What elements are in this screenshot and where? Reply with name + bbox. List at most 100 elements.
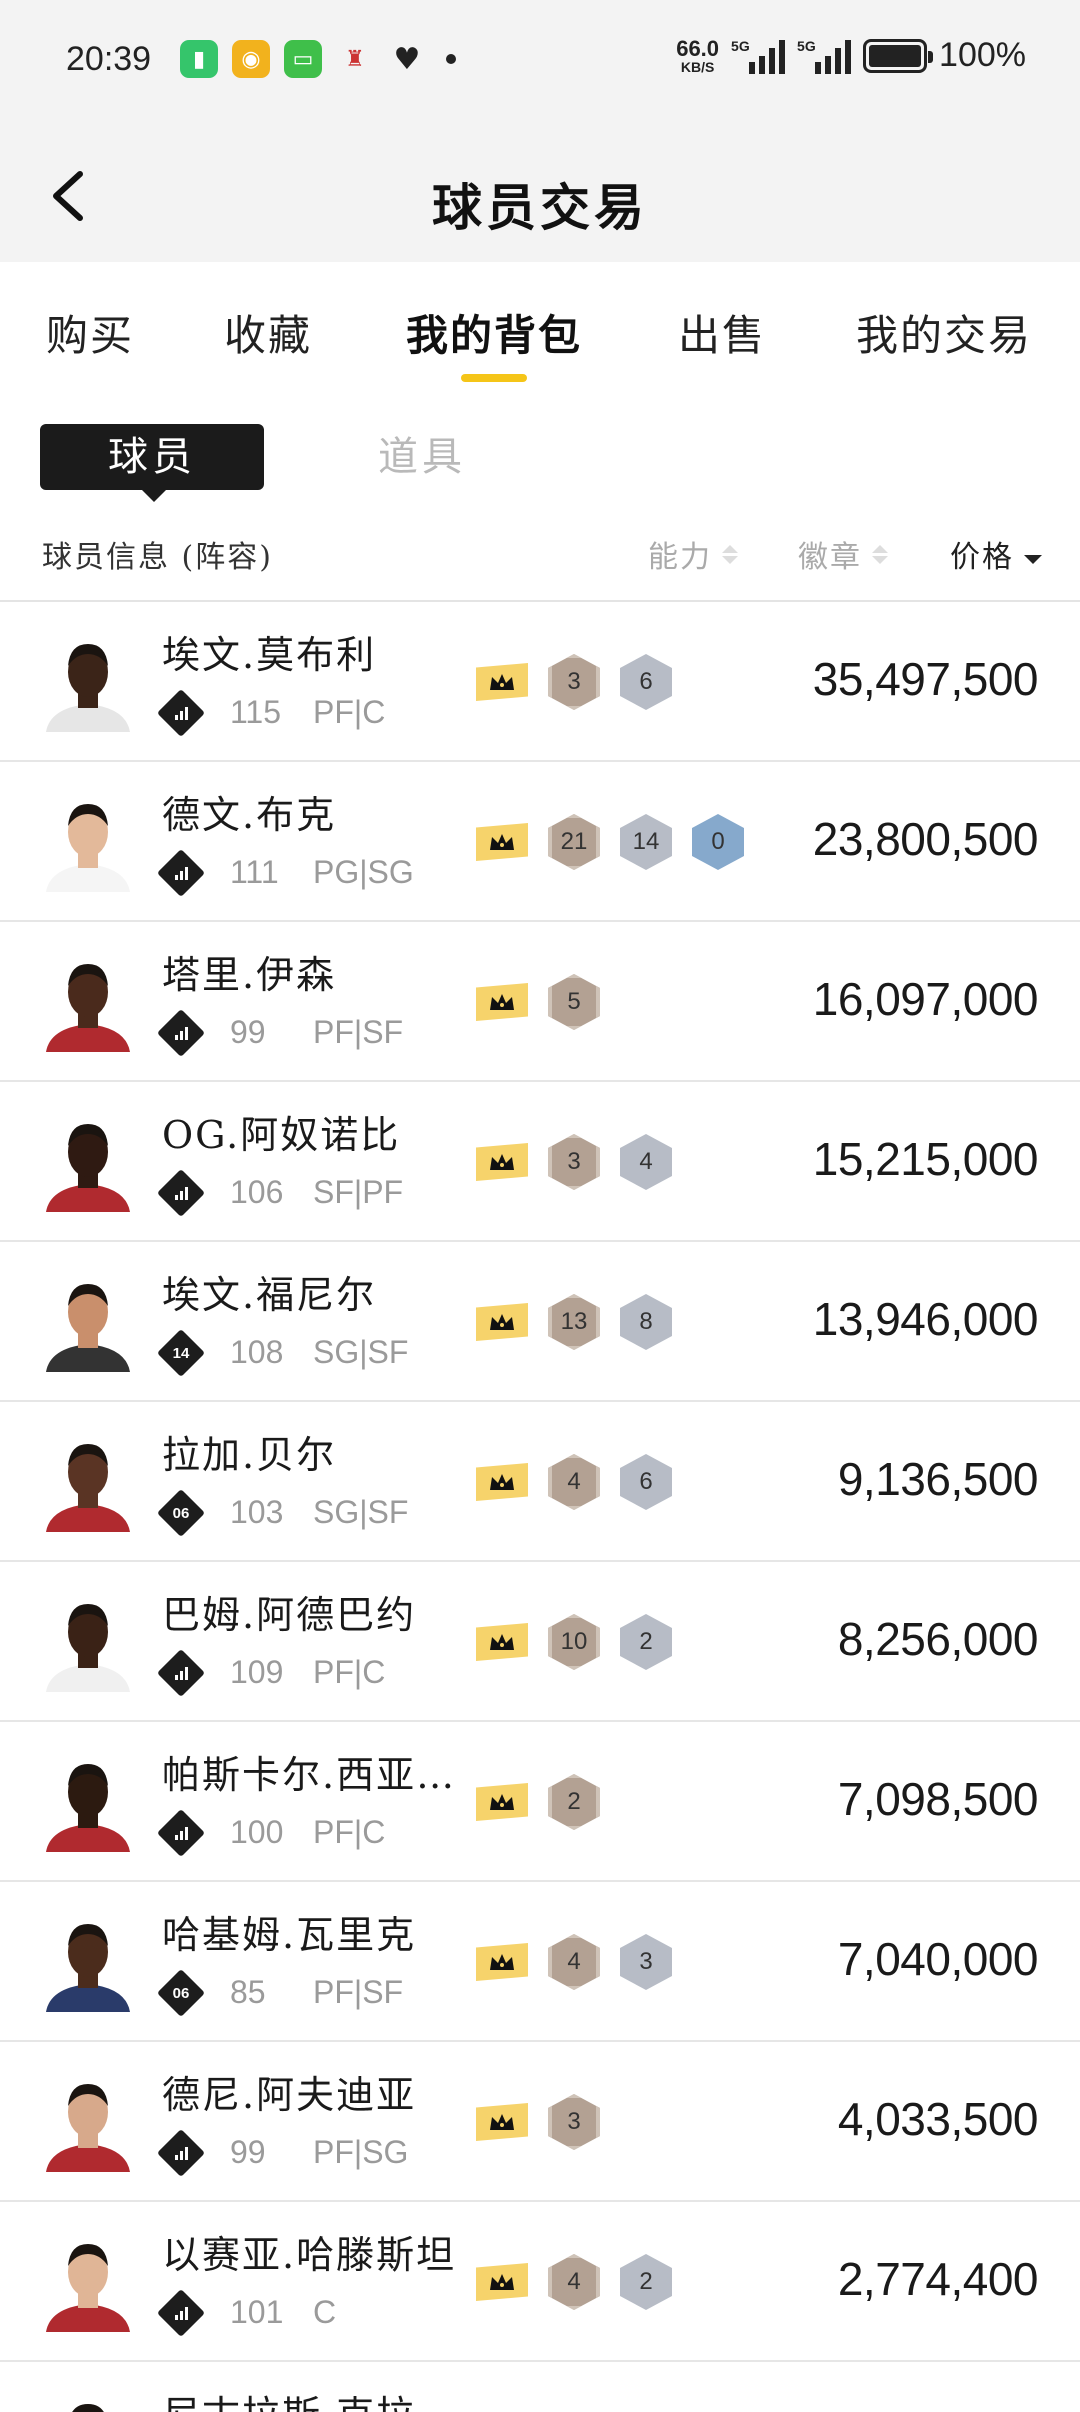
badge-count-silver: 2	[620, 2254, 672, 2310]
player-avatar	[40, 1112, 136, 1212]
app-icon: ♜	[336, 40, 374, 78]
battery-percent: 100%	[939, 36, 1026, 74]
player-row[interactable]: 塔里.伊森 99 PF|SF 5 16,097,000	[0, 922, 1080, 1082]
badge-group: 10 2	[476, 1614, 672, 1670]
main-tab-bar: 购买 收藏 我的背包 出售 我的交易	[0, 262, 1080, 392]
player-avatar	[40, 792, 136, 892]
level-bars-icon	[164, 1016, 198, 1050]
badge-count-bronze: 21	[548, 814, 600, 870]
player-position: PF|C	[313, 1654, 386, 1690]
player-row[interactable]: OG.阿奴诺比 106 SF|PF 3 4 15,215,000	[0, 1082, 1080, 1242]
player-avatar	[40, 1752, 136, 1852]
player-name: 尼古拉斯.克拉…	[162, 2384, 456, 2412]
badge-count-bronze: 13	[548, 1294, 600, 1350]
level-bars-icon	[164, 1176, 198, 1210]
player-position: SG|SF	[313, 1494, 409, 1530]
badge-count-hof: 0	[692, 814, 744, 870]
badge-count-bronze: 5	[548, 974, 600, 1030]
player-row[interactable]: 拉加.贝尔 06 103 SG|SF 4 6 9,136,500	[0, 1402, 1080, 1562]
player-price: 8,256,000	[837, 1613, 1039, 1665]
tab-favorites[interactable]: 收藏	[224, 302, 312, 363]
badge-count-bronze: 4	[548, 1934, 600, 1990]
player-row[interactable]: 尼古拉斯.克拉…	[0, 2362, 1080, 2412]
player-row[interactable]: 德文.布克 111 PG|SG 21 14 0 23,800,500	[0, 762, 1080, 922]
level-bars-icon	[164, 2296, 198, 2330]
player-name: 拉加.贝尔	[162, 1433, 337, 1477]
network-speed: 66.0 KB/S	[676, 35, 720, 74]
net-speed-value: 66.0	[676, 35, 720, 61]
player-row[interactable]: 帕斯卡尔.西亚… 100 PF|C 2 7,098,500	[0, 1722, 1080, 1882]
crown-icon	[476, 823, 528, 861]
player-rating: 106	[230, 1174, 284, 1210]
crown-icon	[476, 2103, 528, 2141]
player-position: C	[313, 2294, 337, 2330]
player-price: 13,946,000	[812, 1293, 1039, 1345]
sort-desc-icon	[1024, 544, 1042, 564]
badge-count-silver: 3	[620, 1934, 672, 1990]
tab-buy[interactable]: 购买	[46, 302, 134, 363]
badge-count-silver: 2	[620, 1614, 672, 1670]
player-avatar	[40, 2232, 136, 2332]
player-price: 9,136,500	[837, 1453, 1039, 1505]
tab-sell[interactable]: 出售	[678, 302, 766, 363]
player-price: 2,774,400	[837, 2253, 1039, 2305]
tab-my-backpack[interactable]: 我的背包	[406, 302, 582, 363]
crown-icon	[476, 663, 528, 701]
player-row[interactable]: 埃文.莫布利 115 PF|C 3 6 35,497,500	[0, 602, 1080, 762]
sort-arrows-icon	[722, 544, 738, 564]
player-name: OG.阿奴诺比	[162, 1113, 401, 1157]
badge-count-bronze: 3	[548, 1134, 600, 1190]
player-name: 德尼.阿夫迪亚	[162, 2073, 417, 2117]
level-number-icon: 06	[172, 1504, 190, 1522]
sort-ability[interactable]: 能力	[648, 532, 738, 576]
player-rating: 103	[230, 1494, 284, 1530]
player-avatar	[40, 2072, 136, 2172]
player-row[interactable]: 德尼.阿夫迪亚 99 PF|SG 3 4,033,500	[0, 2042, 1080, 2202]
player-row[interactable]: 埃文.福尼尔 14 108 SG|SF 13 8 13,946,000	[0, 1242, 1080, 1402]
subtab-players[interactable]: 球员	[40, 424, 264, 502]
player-rating: 99	[230, 1014, 266, 1050]
sort-ability-label: 能力	[648, 540, 712, 575]
badge-count-silver: 6	[620, 1454, 672, 1510]
active-tab-indicator	[461, 374, 527, 382]
player-price: 7,040,000	[837, 1933, 1039, 1985]
crown-icon	[476, 1143, 528, 1181]
player-position: PF|C	[313, 1814, 386, 1850]
badge-group: 36	[476, 654, 672, 710]
badge-count-bronze: 10	[548, 1614, 600, 1670]
subtab-items[interactable]: 道具	[378, 424, 466, 490]
player-name: 哈基姆.瓦里克	[162, 1913, 417, 1957]
badge-count-silver: 8	[620, 1294, 672, 1350]
signal-tag: 5G	[731, 37, 750, 54]
app-header: 球员交易	[0, 126, 1080, 262]
heart-icon: ♥	[388, 40, 426, 78]
sort-arrows-icon	[872, 544, 888, 564]
badge-group: 43	[476, 1934, 672, 1990]
tab-my-trades[interactable]: 我的交易	[856, 302, 1032, 363]
player-position: PF|SF	[313, 1014, 404, 1050]
player-rating: 99	[230, 2134, 266, 2170]
player-price: 23,800,500	[812, 813, 1039, 865]
sort-price-label: 价格	[950, 540, 1014, 575]
level-bars-icon	[164, 2136, 198, 2170]
badge-count-silver: 4	[620, 1134, 672, 1190]
weibo-icon: ◉	[232, 40, 270, 78]
sort-badges[interactable]: 徽章	[798, 532, 888, 576]
player-price: 4,033,500	[837, 2093, 1039, 2145]
list-column-header: 球员信息 (阵容) 能力 徽章 价格	[0, 510, 1080, 602]
crown-icon	[476, 1463, 528, 1501]
signal-icon: 5G	[797, 38, 852, 74]
player-row[interactable]: 以赛亚.哈滕斯坦 101 C 4 2 2,774,400	[0, 2202, 1080, 2362]
player-position: PF|C	[313, 694, 386, 730]
player-row[interactable]: 哈基姆.瓦里克 06 85 PF|SF 4 3 7,040,000	[0, 1882, 1080, 2042]
player-row[interactable]: 巴姆.阿德巴约 109 PF|C 10 2 8,256,000	[0, 1562, 1080, 1722]
player-avatar	[40, 1912, 136, 2012]
player-rating: 101	[230, 2294, 284, 2330]
player-price: 15,215,000	[812, 1133, 1039, 1185]
sort-badges-label: 徽章	[798, 540, 862, 575]
level-bars-icon	[164, 1816, 198, 1850]
badge-group: 42	[476, 2254, 672, 2310]
sort-price[interactable]: 价格	[950, 532, 1042, 576]
badge-count-silver: 6	[620, 654, 672, 710]
player-position: PF|SG	[313, 2134, 409, 2170]
